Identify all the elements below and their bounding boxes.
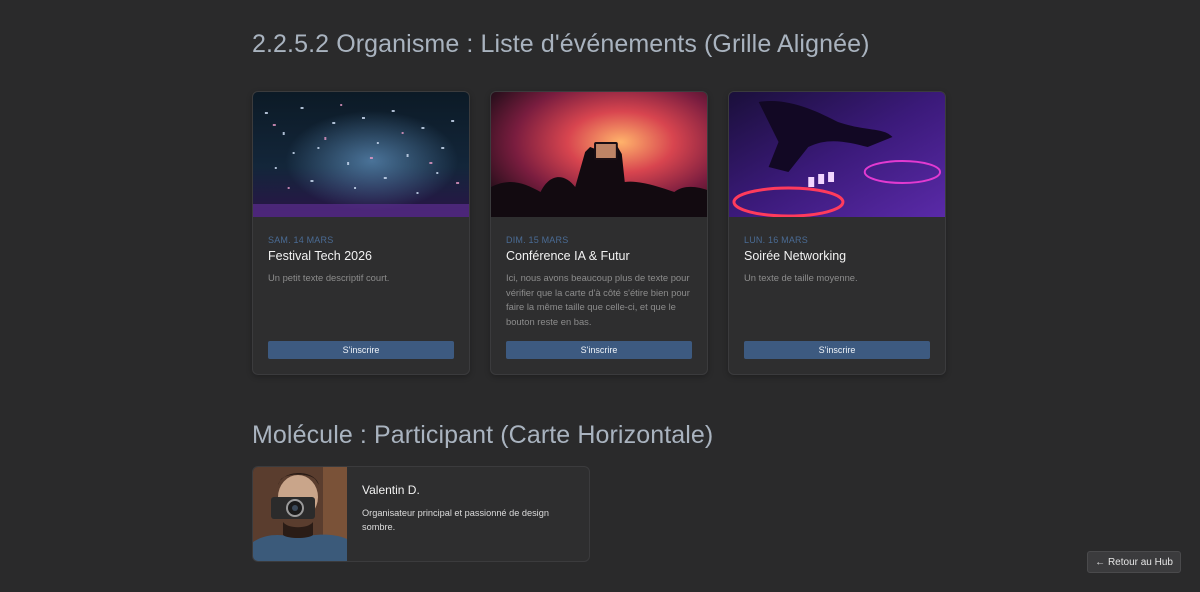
event-card: DIM. 15 MARS Conférence IA & Futur Ici, … xyxy=(490,91,708,375)
event-description: Un texte de taille moyenne. xyxy=(744,272,858,283)
participant-section-title: Molécule : Participant (Carte Horizontal… xyxy=(252,421,714,449)
event-title: Conférence IA & Futur xyxy=(506,249,630,263)
event-image-concert xyxy=(491,92,707,217)
register-button[interactable]: S'inscrire xyxy=(744,341,930,359)
participant-avatar xyxy=(253,467,347,561)
back-to-hub-button[interactable]: ← Retour au Hub xyxy=(1087,551,1181,573)
event-image-dj xyxy=(729,92,945,217)
event-date: DIM. 15 MARS xyxy=(506,235,569,245)
event-description: Un petit texte descriptif court. xyxy=(268,272,390,283)
register-button[interactable]: S'inscrire xyxy=(506,341,692,359)
event-title: Soirée Networking xyxy=(744,249,847,263)
event-image-confetti xyxy=(253,92,469,217)
participant-card: Valentin D. Organisateur principal et pa… xyxy=(252,466,590,562)
event-card: LUN. 16 MARS Soirée Networking Un texte … xyxy=(728,91,946,375)
event-card: SAM. 14 MARS Festival Tech 2026 Un petit… xyxy=(252,91,470,375)
events-section-title: 2.2.5.2 Organisme : Liste d'événements (… xyxy=(252,30,870,58)
page: 2.2.5.2 Organisme : Liste d'événements (… xyxy=(0,0,1200,592)
event-description: Ici, nous avons beaucoup plus de texte p… xyxy=(506,272,690,327)
event-date: SAM. 14 MARS xyxy=(268,235,334,245)
register-button[interactable]: S'inscrire xyxy=(268,341,454,359)
event-title: Festival Tech 2026 xyxy=(268,249,372,263)
event-date: LUN. 16 MARS xyxy=(744,235,808,245)
event-grid: SAM. 14 MARS Festival Tech 2026 Un petit… xyxy=(252,91,946,375)
participant-name: Valentin D. xyxy=(362,483,420,497)
participant-bio: Organisateur principal et passionné de d… xyxy=(362,508,549,532)
